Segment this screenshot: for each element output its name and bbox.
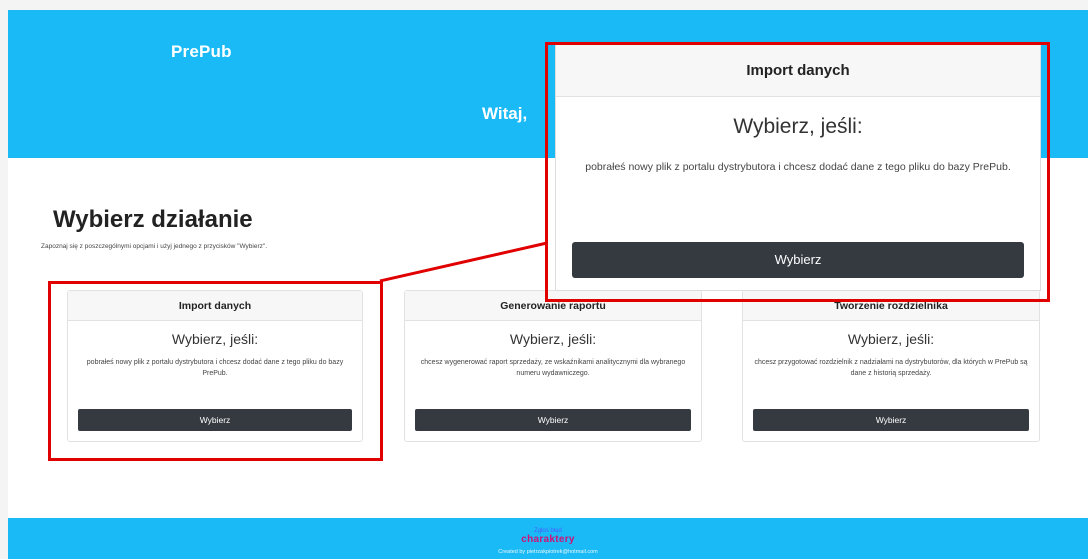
card-generate-report: Generowanie raportu Wybierz, jeśli: chce… — [404, 290, 702, 442]
footer-credit: Created by pietrzakpiotrek@hotmail.com — [498, 549, 598, 555]
footer-logo: charaktery — [521, 534, 575, 545]
card-description: chcesz przygotować rozdzielnik z nadział… — [754, 359, 1028, 377]
card-lead: Wybierz, jeśli: — [847, 331, 935, 347]
card-create-distribution: Tworzenie rozdzielnika Wybierz, jeśli: c… — [742, 290, 1040, 442]
brand-logo[interactable]: PrePub — [171, 42, 232, 62]
page-title: Wybierz działanie — [53, 206, 253, 233]
select-report-button[interactable]: Wybierz — [415, 409, 691, 431]
page-subtitle: Zapoznaj się z poszczególnymi opcjami i … — [41, 243, 268, 250]
select-distribution-button[interactable]: Wybierz — [753, 409, 1029, 431]
card-lead: Wybierz, jeśli: — [509, 331, 597, 347]
highlight-box-large — [545, 42, 1050, 302]
welcome-text: Witaj, — [482, 104, 528, 123]
page: PrePub Witaj, Wybierz działanie Zapoznaj… — [8, 10, 1088, 559]
highlight-box-small — [48, 281, 383, 461]
card-description: chcesz wygenerować raport sprzedaży, ze … — [420, 359, 686, 377]
footer: Zgłoś błąd charaktery Created by pietrza… — [8, 518, 1088, 559]
